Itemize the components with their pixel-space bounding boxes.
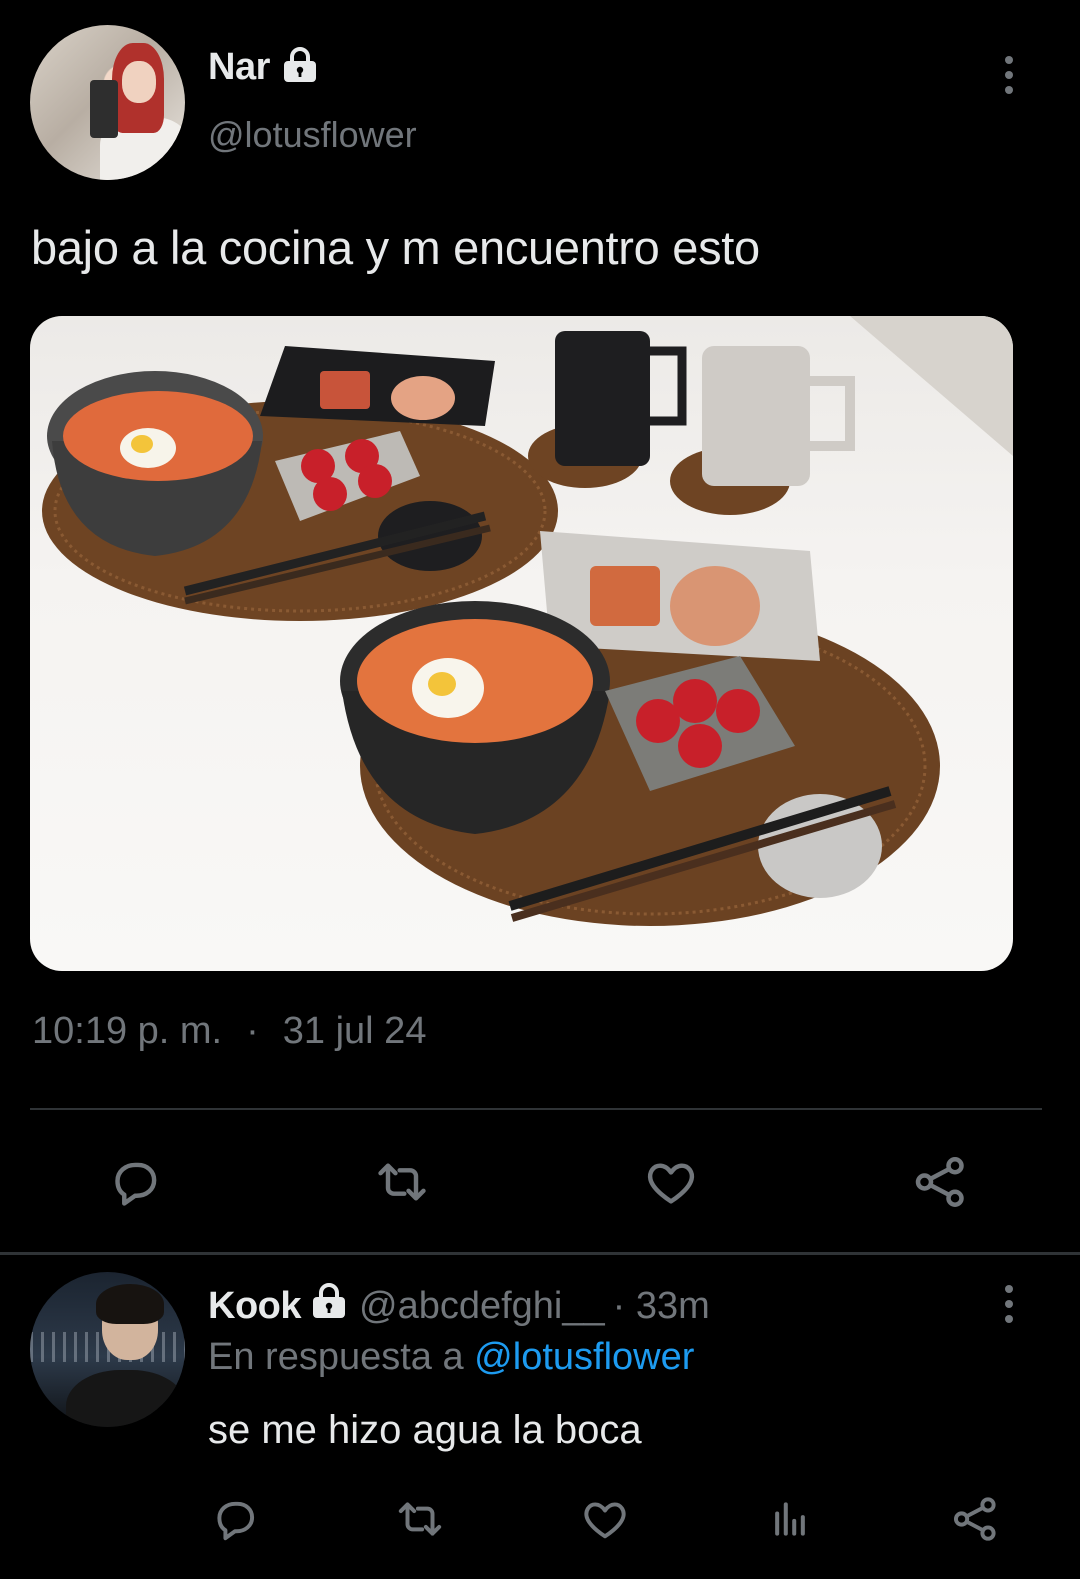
in-reply-prefix: En respuesta a <box>208 1336 464 1378</box>
reply-icon <box>115 1162 157 1206</box>
reply-icon <box>217 1501 255 1541</box>
divider <box>30 1108 1042 1110</box>
author-avatar[interactable] <box>30 25 185 180</box>
more-options-icon[interactable] <box>1002 56 1016 94</box>
like-button[interactable] <box>636 1150 706 1214</box>
reply-reply-button[interactable] <box>205 1490 265 1548</box>
reply-text: se me hizo agua la boca <box>208 1408 642 1452</box>
lock-icon <box>309 1283 349 1329</box>
tweet-time: 10:19 p. m. <box>32 1010 223 1052</box>
like-icon <box>584 1502 626 1539</box>
author-name-row: Nar <box>208 46 320 89</box>
views-icon <box>775 1502 805 1536</box>
reply-more-options-icon[interactable] <box>1002 1285 1016 1323</box>
reply-views-button[interactable] <box>760 1490 820 1548</box>
reply-author-handle[interactable]: @abcdefghi__ <box>359 1285 605 1328</box>
tweet-photo[interactable] <box>30 316 1013 971</box>
tweet-text: bajo a la cocina y m encuentro esto <box>31 221 760 274</box>
reply-retweet-button[interactable] <box>390 1490 450 1548</box>
share-button[interactable] <box>905 1150 975 1214</box>
reply-author-avatar[interactable] <box>30 1272 185 1427</box>
retweet-button[interactable] <box>367 1150 437 1214</box>
like-icon <box>647 1163 695 1204</box>
in-reply-to: En respuesta a @lotusflower <box>208 1336 694 1379</box>
retweet-icon <box>398 1502 442 1536</box>
lock-icon <box>280 47 320 88</box>
retweet-icon <box>378 1163 426 1201</box>
author-handle[interactable]: @lotusflower <box>208 114 417 156</box>
tweet-date: 31 jul 24 <box>282 1010 427 1052</box>
reply-like-button[interactable] <box>575 1490 635 1548</box>
reply-button[interactable] <box>100 1150 170 1214</box>
divider <box>0 1252 1080 1255</box>
reply-share-button[interactable] <box>945 1490 1005 1548</box>
share-icon <box>953 1497 996 1541</box>
tweet-timestamp[interactable]: 10:19 p. m. · 31 jul 24 <box>32 1010 426 1053</box>
reply-header: Kook @abcdefghi__ · 33m <box>208 1283 710 1329</box>
in-reply-mention[interactable]: @lotusflower <box>474 1336 694 1378</box>
share-icon <box>915 1157 964 1207</box>
author-name[interactable]: Nar <box>208 46 270 89</box>
reply-author-name[interactable]: Kook <box>208 1285 302 1328</box>
reply-age: · 33m <box>612 1284 710 1327</box>
meta-separator: · <box>246 1010 259 1052</box>
